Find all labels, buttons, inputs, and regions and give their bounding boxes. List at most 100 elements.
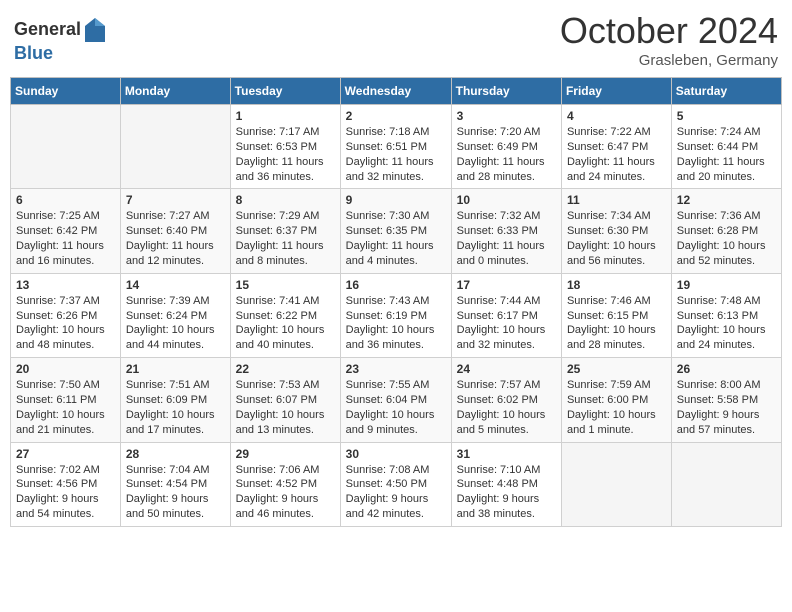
day-number: 31 xyxy=(457,447,556,461)
calendar-cell: 9 Sunrise: 7:30 AM Sunset: 6:35 PM Daylig… xyxy=(340,189,451,273)
calendar-cell: 31Sunrise: 7:10 AM Sunset: 4:48 PM Dayli… xyxy=(451,442,561,526)
day-number: 3 xyxy=(457,109,556,123)
calendar-week-row: 13 Sunrise: 7:37 AM Sunset: 6:26 PM Dayli… xyxy=(11,273,782,357)
calendar-cell: 25 Sunrise: 7:59 AM Sunset: 6:00 PM Dayli… xyxy=(561,358,671,442)
calendar-cell: 5 Sunrise: 7:24 AM Sunset: 6:44 PM Daylig… xyxy=(671,105,781,189)
day-number: 22 xyxy=(236,362,335,376)
calendar-cell: 22 Sunrise: 7:53 AM Sunset: 6:07 PM Dayli… xyxy=(230,358,340,442)
day-number: 15 xyxy=(236,278,335,292)
day-content: Sunrise: 7:46 AM Sunset: 6:15 PM Dayligh… xyxy=(567,294,666,353)
day-number: 12 xyxy=(677,193,776,207)
day-number: 30 xyxy=(346,447,446,461)
calendar-cell: 8 Sunrise: 7:29 AM Sunset: 6:37 PM Daylig… xyxy=(230,189,340,273)
title-area: October 2024 Grasleben, Germany xyxy=(560,10,778,69)
day-content: Sunrise: 7:20 AM Sunset: 6:49 PM Dayligh… xyxy=(457,125,556,184)
day-content: Sunrise: 7:27 AM Sunset: 6:40 PM Dayligh… xyxy=(126,209,225,268)
day-content: Sunrise: 7:41 AM Sunset: 6:22 PM Dayligh… xyxy=(236,294,335,353)
calendar-cell: 1 Sunrise: 7:17 AM Sunset: 6:53 PM Daylig… xyxy=(230,105,340,189)
header-friday: Friday xyxy=(561,78,671,105)
day-number: 21 xyxy=(126,362,225,376)
day-number: 7 xyxy=(126,193,225,207)
day-content: Sunrise: 7:57 AM Sunset: 6:02 PM Dayligh… xyxy=(457,378,556,437)
day-number: 23 xyxy=(346,362,446,376)
calendar-cell: 27Sunrise: 7:02 AM Sunset: 4:56 PM Dayli… xyxy=(11,442,121,526)
day-content: Sunrise: 7:30 AM Sunset: 6:35 PM Dayligh… xyxy=(346,209,446,268)
day-content: Sunrise: 7:02 AM Sunset: 4:56 PM Dayligh… xyxy=(16,463,115,522)
day-content: Sunrise: 7:32 AM Sunset: 6:33 PM Dayligh… xyxy=(457,209,556,268)
location: Grasleben, Germany xyxy=(560,52,778,69)
day-number: 19 xyxy=(677,278,776,292)
day-content: Sunrise: 7:18 AM Sunset: 6:51 PM Dayligh… xyxy=(346,125,446,184)
calendar: Sunday Monday Tuesday Wednesday Thursday… xyxy=(10,77,782,527)
day-content: Sunrise: 7:24 AM Sunset: 6:44 PM Dayligh… xyxy=(677,125,776,184)
logo-blue: Blue xyxy=(14,44,107,64)
header-sunday: Sunday xyxy=(11,78,121,105)
calendar-cell: 18Sunrise: 7:46 AM Sunset: 6:15 PM Dayli… xyxy=(561,273,671,357)
calendar-cell: 11 Sunrise: 7:34 AM Sunset: 6:30 PM Dayli… xyxy=(561,189,671,273)
day-number: 16 xyxy=(346,278,446,292)
day-content: Sunrise: 7:39 AM Sunset: 6:24 PM Dayligh… xyxy=(126,294,225,353)
header-monday: Monday xyxy=(120,78,230,105)
day-content: Sunrise: 7:22 AM Sunset: 6:47 PM Dayligh… xyxy=(567,125,666,184)
calendar-cell: 2 Sunrise: 7:18 AM Sunset: 6:51 PM Daylig… xyxy=(340,105,451,189)
calendar-cell: 26Sunrise: 8:00 AM Sunset: 5:58 PM Dayli… xyxy=(671,358,781,442)
header-tuesday: Tuesday xyxy=(230,78,340,105)
day-content: Sunrise: 7:51 AM Sunset: 6:09 PM Dayligh… xyxy=(126,378,225,437)
calendar-week-row: 6 Sunrise: 7:25 AM Sunset: 6:42 PM Daylig… xyxy=(11,189,782,273)
day-content: Sunrise: 7:48 AM Sunset: 6:13 PM Dayligh… xyxy=(677,294,776,353)
day-number: 13 xyxy=(16,278,115,292)
calendar-cell: 30 Sunrise: 7:08 AM Sunset: 4:50 PM Dayli… xyxy=(340,442,451,526)
calendar-cell xyxy=(671,442,781,526)
calendar-cell: 7 Sunrise: 7:27 AM Sunset: 6:40 PM Daylig… xyxy=(120,189,230,273)
day-number: 9 xyxy=(346,193,446,207)
day-content: Sunrise: 7:08 AM Sunset: 4:50 PM Dayligh… xyxy=(346,463,446,522)
calendar-week-row: 1 Sunrise: 7:17 AM Sunset: 6:53 PM Daylig… xyxy=(11,105,782,189)
weekday-header-row: Sunday Monday Tuesday Wednesday Thursday… xyxy=(11,78,782,105)
day-number: 1 xyxy=(236,109,335,123)
header-wednesday: Wednesday xyxy=(340,78,451,105)
day-content: Sunrise: 8:00 AM Sunset: 5:58 PM Dayligh… xyxy=(677,378,776,437)
month-title: October 2024 xyxy=(560,10,778,52)
day-number: 17 xyxy=(457,278,556,292)
day-number: 28 xyxy=(126,447,225,461)
day-content: Sunrise: 7:53 AM Sunset: 6:07 PM Dayligh… xyxy=(236,378,335,437)
calendar-cell: 23Sunrise: 7:55 AM Sunset: 6:04 PM Dayli… xyxy=(340,358,451,442)
calendar-week-row: 20 Sunrise: 7:50 AM Sunset: 6:11 PM Dayli… xyxy=(11,358,782,442)
day-content: Sunrise: 7:50 AM Sunset: 6:11 PM Dayligh… xyxy=(16,378,115,437)
calendar-cell: 13 Sunrise: 7:37 AM Sunset: 6:26 PM Dayli… xyxy=(11,273,121,357)
calendar-cell: 14Sunrise: 7:39 AM Sunset: 6:24 PM Dayli… xyxy=(120,273,230,357)
day-content: Sunrise: 7:25 AM Sunset: 6:42 PM Dayligh… xyxy=(16,209,115,268)
calendar-cell: 10 Sunrise: 7:32 AM Sunset: 6:33 PM Dayli… xyxy=(451,189,561,273)
day-content: Sunrise: 7:37 AM Sunset: 6:26 PM Dayligh… xyxy=(16,294,115,353)
calendar-cell: 28 Sunrise: 7:04 AM Sunset: 4:54 PM Dayli… xyxy=(120,442,230,526)
logo-icon xyxy=(83,16,107,44)
day-number: 8 xyxy=(236,193,335,207)
day-content: Sunrise: 7:36 AM Sunset: 6:28 PM Dayligh… xyxy=(677,209,776,268)
header-saturday: Saturday xyxy=(671,78,781,105)
day-content: Sunrise: 7:43 AM Sunset: 6:19 PM Dayligh… xyxy=(346,294,446,353)
day-number: 6 xyxy=(16,193,115,207)
day-number: 5 xyxy=(677,109,776,123)
day-number: 2 xyxy=(346,109,446,123)
day-content: Sunrise: 7:59 AM Sunset: 6:00 PM Dayligh… xyxy=(567,378,666,437)
page-header: General Blue October 2024 Grasleben, Ger… xyxy=(10,10,782,69)
day-number: 29 xyxy=(236,447,335,461)
calendar-cell: 15 Sunrise: 7:41 AM Sunset: 6:22 PM Dayli… xyxy=(230,273,340,357)
day-content: Sunrise: 7:17 AM Sunset: 6:53 PM Dayligh… xyxy=(236,125,335,184)
day-content: Sunrise: 7:34 AM Sunset: 6:30 PM Dayligh… xyxy=(567,209,666,268)
calendar-cell: 17Sunrise: 7:44 AM Sunset: 6:17 PM Dayli… xyxy=(451,273,561,357)
calendar-cell: 24Sunrise: 7:57 AM Sunset: 6:02 PM Dayli… xyxy=(451,358,561,442)
day-content: Sunrise: 7:06 AM Sunset: 4:52 PM Dayligh… xyxy=(236,463,335,522)
calendar-cell: 19 Sunrise: 7:48 AM Sunset: 6:13 PM Dayli… xyxy=(671,273,781,357)
day-number: 4 xyxy=(567,109,666,123)
calendar-cell: 3 Sunrise: 7:20 AM Sunset: 6:49 PM Daylig… xyxy=(451,105,561,189)
day-content: Sunrise: 7:29 AM Sunset: 6:37 PM Dayligh… xyxy=(236,209,335,268)
day-number: 10 xyxy=(457,193,556,207)
day-number: 25 xyxy=(567,362,666,376)
calendar-cell: 21 Sunrise: 7:51 AM Sunset: 6:09 PM Dayli… xyxy=(120,358,230,442)
day-number: 11 xyxy=(567,193,666,207)
day-content: Sunrise: 7:04 AM Sunset: 4:54 PM Dayligh… xyxy=(126,463,225,522)
calendar-week-row: 27Sunrise: 7:02 AM Sunset: 4:56 PM Dayli… xyxy=(11,442,782,526)
day-number: 20 xyxy=(16,362,115,376)
logo-general: General xyxy=(14,20,81,40)
